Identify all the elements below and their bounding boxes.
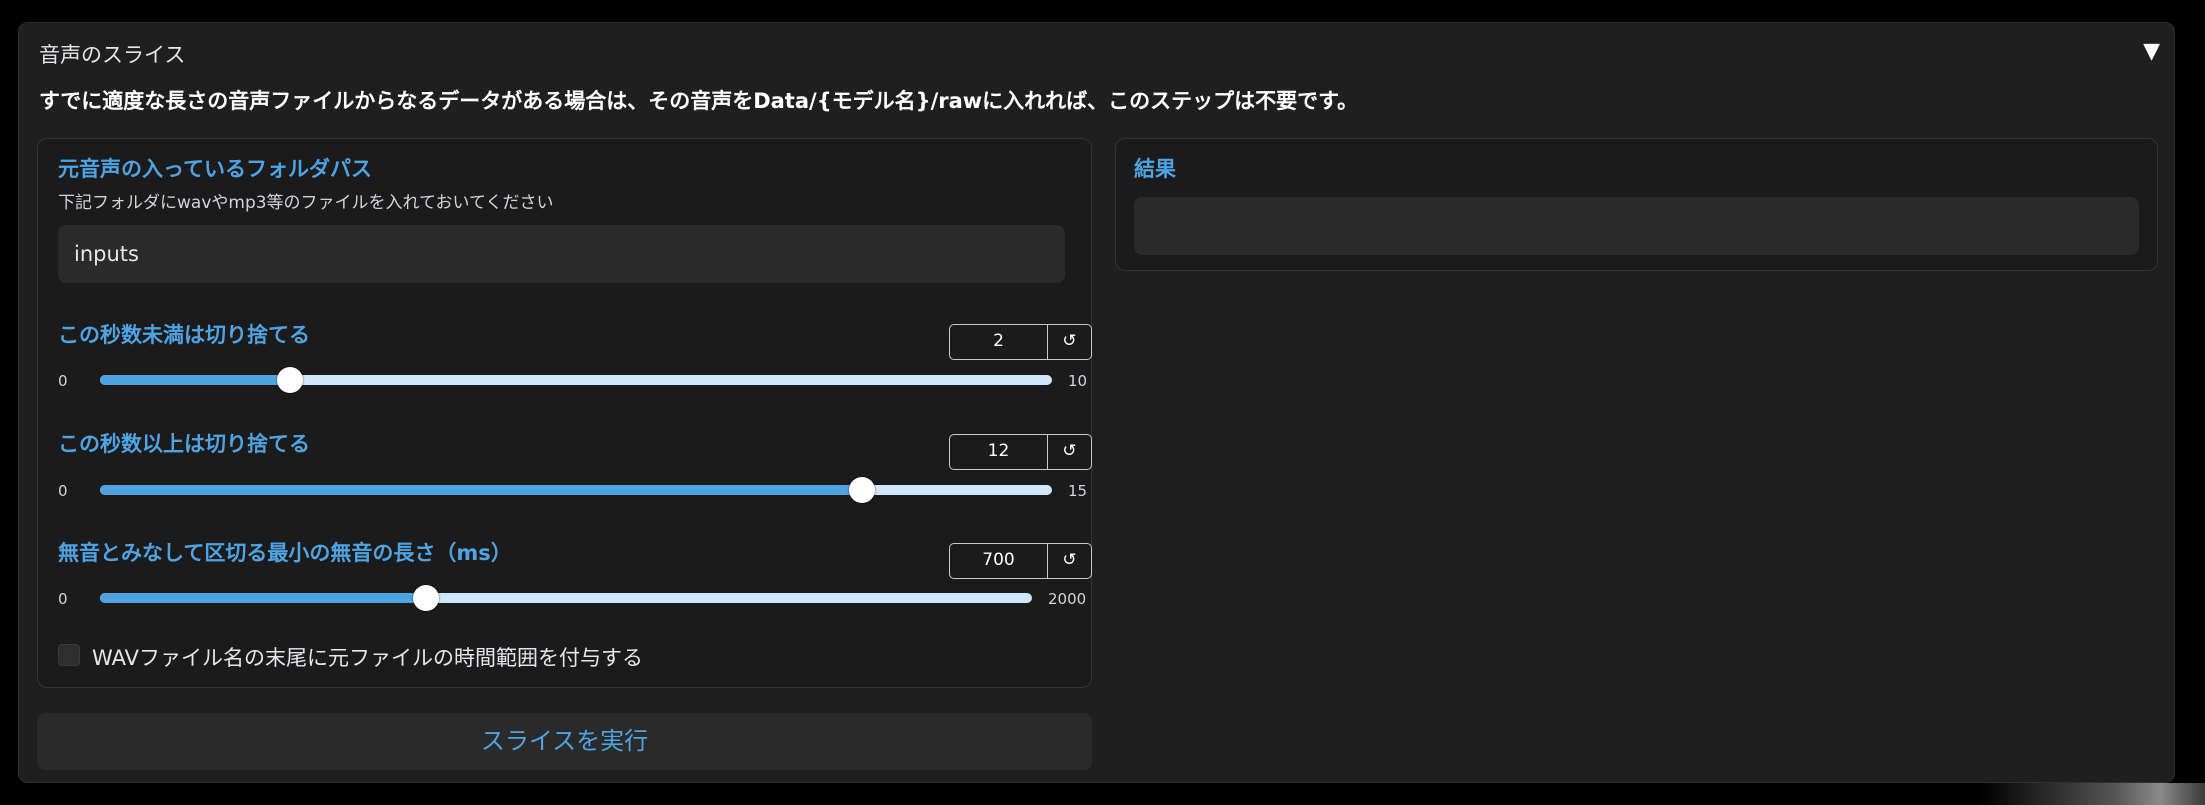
silence-len-number-box: 700 ↺ bbox=[949, 543, 1092, 579]
silence-len-value[interactable]: 700 bbox=[950, 544, 1048, 578]
settings-panel: 元音声の入っているフォルダパス 下記フォルダにwavやmp3等のファイルを入れて… bbox=[37, 138, 1092, 688]
section-title[interactable]: 音声のスライス bbox=[39, 39, 185, 69]
min-sec-value[interactable]: 2 bbox=[950, 325, 1048, 359]
silence-len-slider-fill bbox=[100, 593, 427, 603]
min-sec-number-box: 2 ↺ bbox=[949, 324, 1092, 360]
input-folder-field[interactable]: inputs bbox=[58, 225, 1065, 283]
collapse-triangle-icon[interactable]: ▼ bbox=[2143, 39, 2160, 64]
max-sec-number-box: 12 ↺ bbox=[949, 434, 1092, 470]
max-sec-min: 0 bbox=[58, 482, 68, 500]
time-suffix-checkbox[interactable] bbox=[58, 644, 80, 666]
min-sec-slider-fill bbox=[100, 375, 291, 385]
max-sec-label: この秒数以上は切り捨てる bbox=[58, 432, 310, 456]
silence-len-slider-thumb[interactable] bbox=[413, 585, 440, 611]
result-label: 結果 bbox=[1134, 157, 1176, 181]
min-sec-reset-icon[interactable]: ↺ bbox=[1048, 325, 1091, 359]
slice-accordion: 音声のスライス ▼ すでに適度な長さの音声ファイルからなるデータがある場合は、そ… bbox=[18, 22, 2175, 783]
silence-len-max: 2000 bbox=[1048, 590, 1087, 608]
time-suffix-label[interactable]: WAVファイル名の末尾に元ファイルの時間範囲を付与する bbox=[92, 642, 643, 672]
max-sec-slider[interactable] bbox=[100, 477, 1052, 503]
min-sec-min: 0 bbox=[58, 372, 68, 390]
max-sec-slider-thumb[interactable] bbox=[848, 477, 875, 503]
max-sec-slider-fill bbox=[100, 485, 862, 495]
max-sec-value[interactable]: 12 bbox=[950, 435, 1048, 469]
silence-len-reset-icon[interactable]: ↺ bbox=[1048, 544, 1091, 578]
run-slice-button[interactable]: スライスを実行 bbox=[37, 713, 1092, 770]
silence-len-min: 0 bbox=[58, 590, 68, 608]
min-sec-slider-thumb[interactable] bbox=[277, 367, 304, 393]
max-sec-max: 15 bbox=[1068, 482, 1088, 500]
result-panel: 結果 bbox=[1115, 138, 2158, 271]
result-textbox[interactable] bbox=[1134, 197, 2139, 255]
section-description: すでに適度な長さの音声ファイルからなるデータがある場合は、その音声をData/{… bbox=[39, 89, 1359, 113]
background-image-fragment bbox=[1980, 783, 2205, 805]
input-folder-info: 下記フォルダにwavやmp3等のファイルを入れておいてください bbox=[58, 193, 554, 213]
min-sec-slider[interactable] bbox=[100, 367, 1052, 393]
min-sec-max: 10 bbox=[1068, 372, 1088, 390]
input-folder-label: 元音声の入っているフォルダパス bbox=[58, 157, 372, 181]
min-sec-label: この秒数未満は切り捨てる bbox=[58, 323, 310, 347]
max-sec-reset-icon[interactable]: ↺ bbox=[1048, 435, 1091, 469]
silence-len-slider[interactable] bbox=[100, 585, 1032, 611]
silence-len-label: 無音とみなして区切る最小の無音の長さ（ms） bbox=[58, 541, 512, 565]
